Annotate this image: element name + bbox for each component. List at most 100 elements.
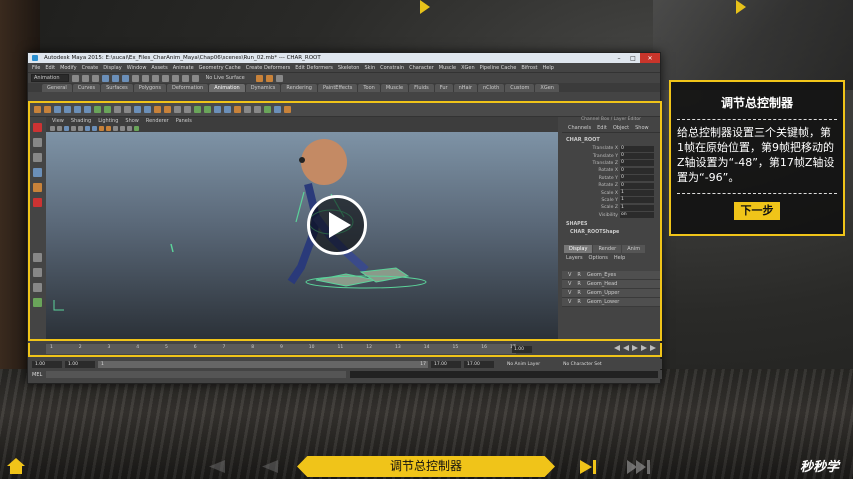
menu-item[interactable]: Animate (173, 65, 194, 71)
film-gate-icon[interactable] (71, 125, 76, 131)
mask-icon[interactable] (131, 74, 139, 82)
shelf-tool-icon[interactable] (144, 106, 151, 113)
shelf-tab[interactable]: Deformation (167, 84, 209, 92)
menu-item[interactable]: Skin (364, 65, 375, 71)
shelf-tab[interactable]: Toon (358, 84, 380, 92)
mode-dropdown[interactable]: Animation (31, 74, 69, 82)
render-icon[interactable] (255, 74, 263, 82)
shelf-tool-icon[interactable] (214, 106, 221, 113)
menu-item[interactable]: File (32, 65, 40, 71)
channel-value[interactable]: 0 (620, 175, 654, 182)
rotate-tool-icon[interactable] (32, 183, 42, 192)
camera-icon[interactable] (50, 125, 55, 131)
layer-tab[interactable]: Render (593, 244, 622, 253)
close-icon[interactable]: ✕ (640, 53, 660, 63)
select-component-icon[interactable] (121, 74, 129, 82)
shelf-tool-icon[interactable] (44, 106, 51, 113)
channel-value[interactable]: 1 (620, 204, 654, 211)
layer-row[interactable]: V R Geom_Lower (562, 297, 660, 307)
xray-icon[interactable] (127, 125, 132, 131)
outliner-icon[interactable] (32, 298, 42, 307)
snap-grid-icon[interactable] (161, 74, 169, 82)
next-page-icon[interactable] (580, 460, 598, 474)
shelf-tool-icon[interactable] (234, 106, 241, 113)
menu-item[interactable]: Bifrost (521, 65, 537, 71)
layer-row[interactable]: V R Geom_Upper (562, 288, 660, 298)
shelf-tool-icon[interactable] (134, 106, 141, 113)
select-tool-icon[interactable] (32, 123, 42, 132)
3d-viewport[interactable] (46, 132, 558, 339)
channel-value[interactable]: 0 (620, 145, 654, 152)
layer-row[interactable]: V R Geom_Eyes (562, 270, 660, 280)
shelf-tool-icon[interactable] (94, 106, 101, 113)
layer-tab[interactable]: Anim (622, 244, 646, 253)
channel-value[interactable]: on (620, 212, 654, 219)
step-back-icon[interactable] (623, 345, 629, 351)
menu-item[interactable]: Geometry Cache (199, 65, 241, 71)
paint-select-icon[interactable] (32, 153, 42, 162)
menu-item[interactable]: Pipeline Cache (480, 65, 517, 71)
maximize-icon[interactable]: □ (626, 53, 640, 63)
menu-item[interactable]: Display (103, 65, 121, 71)
layer-reference-toggle[interactable]: R (577, 272, 580, 278)
layer-reference-toggle[interactable]: R (577, 290, 580, 296)
scale-tool-icon[interactable] (32, 198, 42, 207)
lights-icon[interactable] (106, 125, 111, 131)
shelf-tool-icon[interactable] (184, 106, 191, 113)
viewport-menu-item[interactable]: View (52, 118, 64, 124)
snap-point-icon[interactable] (181, 74, 189, 82)
shelf-tab[interactable]: nHair (453, 84, 477, 92)
playback-start-field[interactable]: 1.00 (65, 360, 95, 368)
range-slider-bar[interactable]: 17 1 (98, 360, 428, 368)
mel-label[interactable]: MEL (32, 372, 42, 378)
shelf-tool-icon[interactable] (274, 106, 281, 113)
shelf-tab[interactable]: PaintEffects (317, 84, 358, 92)
shelf-tab[interactable]: Fur (434, 84, 453, 92)
mask-icon[interactable] (151, 74, 159, 82)
mask-icon[interactable] (141, 74, 149, 82)
shelf-tab[interactable]: XGen (535, 84, 559, 92)
channel-value[interactable]: 0 (620, 153, 654, 160)
start-time-field[interactable]: 1.00 (32, 360, 62, 368)
viewport-menu-item[interactable]: Shading (71, 118, 91, 124)
layout-single-icon[interactable] (32, 253, 42, 262)
mel-input[interactable] (46, 371, 347, 378)
shelf-tab[interactable]: Custom (505, 84, 535, 92)
minimize-icon[interactable]: – (612, 53, 626, 63)
layer-reference-toggle[interactable]: R (577, 281, 580, 287)
shelf-tool-icon[interactable] (124, 106, 131, 113)
shelf-tool-icon[interactable] (74, 106, 81, 113)
shelf-tool-icon[interactable] (54, 106, 61, 113)
anim-layer-dropdown[interactable]: No Anim Layer (507, 362, 540, 367)
video-play-button[interactable] (307, 195, 367, 255)
xray-joints-icon[interactable] (134, 125, 139, 131)
menu-item[interactable]: Window (127, 65, 147, 71)
menu-item[interactable]: Help (543, 65, 554, 71)
shelf-tool-icon[interactable] (84, 106, 91, 113)
channel-box-tab[interactable]: Object (613, 125, 629, 131)
layer-menu-item[interactable]: Layers (566, 255, 583, 261)
shelf-tab[interactable]: Curves (72, 84, 101, 92)
menu-item[interactable]: Modify (60, 65, 77, 71)
layout-four-icon[interactable] (32, 268, 42, 277)
select-hierarchy-icon[interactable] (101, 74, 109, 82)
channel-value[interactable]: 0 (620, 167, 654, 174)
save-scene-icon[interactable] (91, 74, 99, 82)
shelf-tool-icon[interactable] (164, 106, 171, 113)
menu-item[interactable]: XGen (461, 65, 475, 71)
menu-item[interactable]: Edit Deformers (295, 65, 333, 71)
menu-item[interactable]: Muscle (439, 65, 456, 71)
menu-item[interactable]: Skeleton (338, 65, 360, 71)
render-settings-icon[interactable] (275, 74, 283, 82)
shelf-tab[interactable]: nCloth (478, 84, 505, 92)
isolate-icon[interactable] (120, 125, 125, 131)
layer-visibility-toggle[interactable]: V (568, 299, 571, 305)
shelf-tab[interactable]: Fluids (409, 84, 434, 92)
menu-item[interactable]: Constrain (380, 65, 404, 71)
menu-item[interactable]: Character (409, 65, 434, 71)
shelf-tool-icon[interactable] (64, 106, 71, 113)
shelf-tab[interactable]: Dynamics (245, 84, 281, 92)
shelf-tool-icon[interactable] (114, 106, 121, 113)
current-time-field[interactable]: 1.00 (512, 346, 532, 353)
move-tool-icon[interactable] (32, 168, 42, 177)
